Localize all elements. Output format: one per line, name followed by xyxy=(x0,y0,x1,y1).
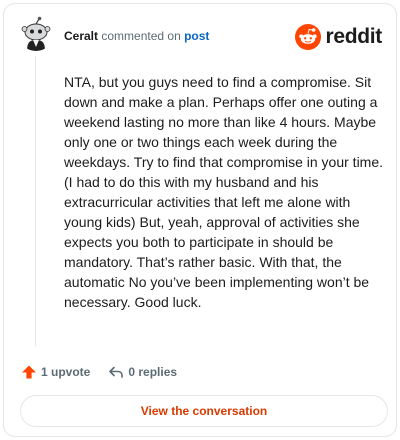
upvote-arrow-icon xyxy=(22,365,36,379)
replies-button[interactable]: 0 replies xyxy=(108,364,177,380)
upvote-count: 1 upvote xyxy=(41,365,91,379)
comment-card: Ceralt commented on post reddit NTA, but… xyxy=(3,3,397,437)
post-link[interactable]: post xyxy=(184,29,209,43)
comment-actions: 1 upvote 0 replies xyxy=(21,362,177,382)
view-conversation-button[interactable]: View the conversation xyxy=(20,395,388,427)
reply-arrow-icon xyxy=(109,366,124,378)
reddit-logo-icon xyxy=(295,24,322,50)
author-name[interactable]: Ceralt xyxy=(64,29,98,43)
header-action-text: commented on xyxy=(101,29,181,43)
user-avatar-icon[interactable] xyxy=(18,15,54,51)
brand-wordmark: reddit xyxy=(325,25,382,48)
replies-count: 0 replies xyxy=(128,365,178,379)
reddit-brand[interactable]: reddit xyxy=(295,23,382,51)
thread-line xyxy=(35,56,36,346)
comment-header: Ceralt commented on post xyxy=(64,28,209,44)
upvote-button[interactable]: 1 upvote xyxy=(21,364,90,380)
comment-text: NTA, but you guys need to find a comprom… xyxy=(64,74,384,310)
